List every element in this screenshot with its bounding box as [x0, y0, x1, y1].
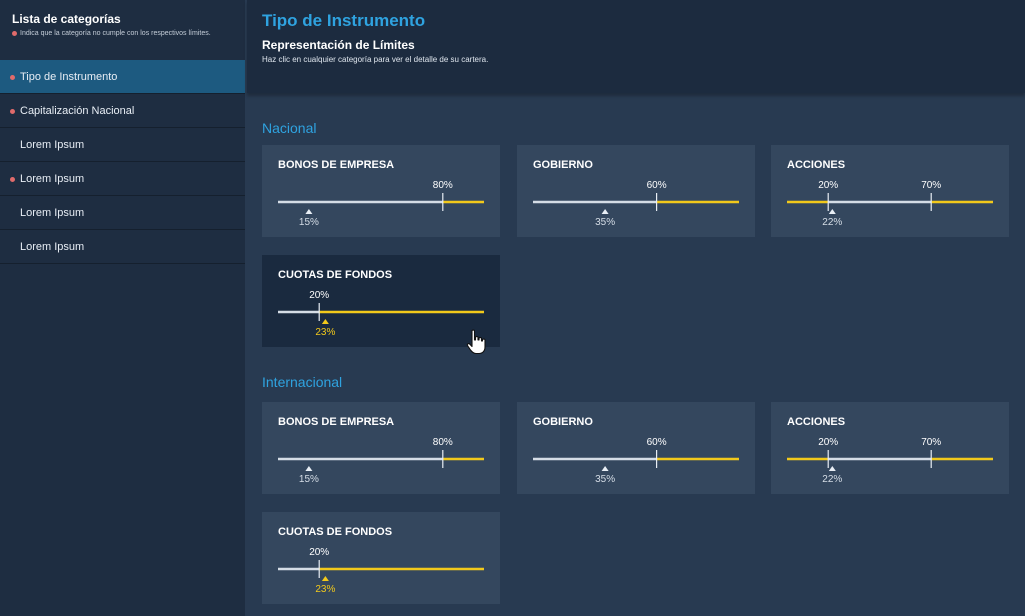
- limit-label: 70%: [921, 180, 941, 191]
- hand-cursor-icon: [466, 329, 486, 355]
- limit-label: 60%: [647, 437, 667, 448]
- limit-label: 80%: [433, 180, 453, 191]
- value-marker: [828, 209, 836, 214]
- sidebar-header: Lista de categorías Indica que la catego…: [12, 12, 211, 37]
- limit-card[interactable]: CUOTAS DE FONDOS 20% 23%: [262, 512, 500, 604]
- section-title-internacional: Internacional: [262, 374, 343, 390]
- value-marker: [601, 209, 609, 214]
- sidebar-item-label: Lorem Ipsum: [20, 138, 85, 151]
- value-label: 23%: [315, 584, 335, 595]
- sidebar-item-0[interactable]: Tipo de Instrumento: [0, 60, 245, 94]
- value-marker: [601, 466, 609, 471]
- limit-card[interactable]: BONOS DE EMPRESA 80% 15%: [262, 402, 500, 494]
- limit-gauge: 80% 15%: [278, 180, 484, 228]
- sidebar-item-5[interactable]: Lorem Ipsum: [0, 230, 245, 264]
- limit-gauge: 60% 35%: [533, 437, 739, 485]
- value-label: 23%: [315, 327, 335, 338]
- sidebar-item-3[interactable]: Lorem Ipsum: [0, 162, 245, 196]
- section-title-nacional: Nacional: [262, 120, 317, 136]
- value-label: 35%: [595, 474, 615, 485]
- value-label: 15%: [299, 217, 319, 228]
- flag-dot-icon: [10, 109, 15, 114]
- sidebar-item-label: Tipo de Instrumento: [20, 70, 118, 83]
- limit-gauge: 60% 35%: [533, 180, 739, 228]
- limit-card[interactable]: CUOTAS DE FONDOS 20% 23%: [262, 255, 500, 347]
- limit-label: 20%: [818, 437, 838, 448]
- sidebar-item-label: Lorem Ipsum: [20, 240, 85, 253]
- page-description: Haz clic en cualquier categoría para ver…: [262, 55, 489, 64]
- flag-dot-icon: [12, 31, 17, 36]
- limit-card[interactable]: ACCIONES 20% 70% 22%: [771, 145, 1009, 237]
- limit-gauge: 20% 70% 22%: [787, 180, 993, 228]
- sidebar-item-1[interactable]: Capitalización Nacional: [0, 94, 245, 128]
- page-title: Tipo de Instrumento: [262, 11, 426, 30]
- page-header: Tipo de Instrumento Representación de Lí…: [247, 0, 1025, 93]
- page-subtitle: Representación de Límites: [262, 38, 415, 52]
- limit-label: 80%: [433, 437, 453, 448]
- limit-card[interactable]: BONOS DE EMPRESA 80% 15%: [262, 145, 500, 237]
- value-marker: [828, 466, 836, 471]
- sidebar-title: Lista de categorías: [12, 12, 121, 26]
- limit-label: 70%: [921, 437, 941, 448]
- sidebar-item-label: Lorem Ipsum: [20, 206, 85, 219]
- sidebar-legend-text: Indica que la categoría no cumple con lo…: [20, 30, 211, 37]
- limit-gauge: 20% 23%: [278, 290, 484, 338]
- value-marker: [305, 209, 313, 214]
- value-label: 35%: [595, 217, 615, 228]
- limit-gauge: 80% 15%: [278, 437, 484, 485]
- category-list: Tipo de Instrumento Capitalización Nacio…: [0, 60, 245, 264]
- limit-card[interactable]: GOBIERNO 60% 35%: [517, 145, 755, 237]
- value-marker: [321, 576, 329, 581]
- limit-label: 20%: [309, 290, 329, 301]
- value-label: 22%: [822, 217, 842, 228]
- limit-gauge: 20% 70% 22%: [787, 437, 993, 485]
- value-label: 15%: [299, 474, 319, 485]
- sidebar-item-4[interactable]: Lorem Ipsum: [0, 196, 245, 230]
- sidebar: Lista de categorías Indica que la catego…: [0, 0, 245, 616]
- limit-label: 20%: [818, 180, 838, 191]
- sidebar-item-label: Lorem Ipsum: [20, 172, 85, 185]
- flag-dot-icon: [10, 75, 15, 80]
- limit-card[interactable]: ACCIONES 20% 70% 22%: [771, 402, 1009, 494]
- value-marker: [305, 466, 313, 471]
- limit-label: 60%: [647, 180, 667, 191]
- sidebar-legend: Indica que la categoría no cumple con lo…: [12, 30, 211, 37]
- limit-label: 20%: [309, 547, 329, 558]
- flag-dot-icon: [10, 177, 15, 182]
- sidebar-item-2[interactable]: Lorem Ipsum: [0, 128, 245, 162]
- value-label: 22%: [822, 474, 842, 485]
- limit-card[interactable]: GOBIERNO 60% 35%: [517, 402, 755, 494]
- sidebar-item-label: Capitalización Nacional: [20, 104, 135, 117]
- limit-gauge: 20% 23%: [278, 547, 484, 595]
- value-marker: [321, 319, 329, 324]
